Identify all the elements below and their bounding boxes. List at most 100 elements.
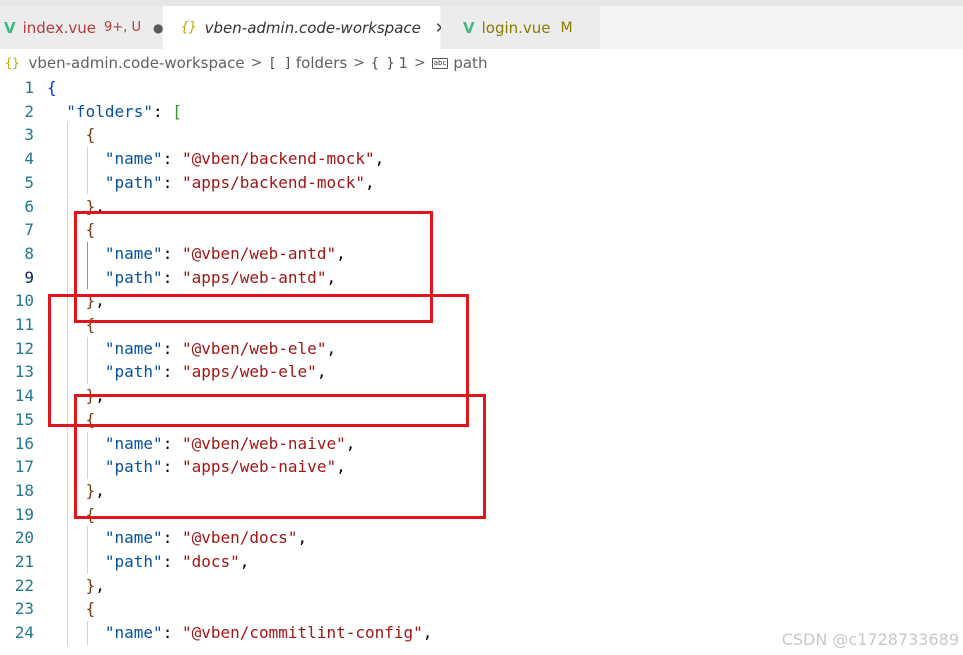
line-number: 9 (24, 267, 34, 287)
code-line[interactable]: 1{ (0, 76, 963, 100)
indent-guide (66, 526, 85, 550)
line-number: 3 (24, 125, 34, 145)
json-string-value: "docs" (181, 552, 240, 571)
indent-guide (47, 503, 66, 527)
tab-label: index.vue (22, 18, 97, 37)
indent-guide (66, 621, 85, 645)
tab-login-vue[interactable]: V login.vue M (441, 6, 601, 49)
line-number: 11 (14, 315, 34, 334)
line-number: 20 (14, 528, 34, 548)
line-number: 21 (14, 552, 34, 571)
code-content: "name": "@vben/backend-mock", (47, 147, 384, 171)
json-bracket: } (85, 575, 96, 595)
string-symbol-icon: abc (431, 57, 449, 69)
json-string-value: "@vben/commitlint-config" (181, 623, 423, 643)
code-line[interactable]: 21 "path": "docs", (0, 550, 963, 574)
code-line[interactable]: 3{ (0, 123, 963, 147)
tab-label: login.vue (481, 18, 551, 37)
indent-guide (86, 147, 105, 171)
json-key: "path" (104, 552, 163, 571)
line-number: 22 (14, 575, 34, 595)
json-comma: , (422, 623, 433, 643)
tab-status: 9+, U (104, 20, 141, 35)
json-bracket: { (47, 78, 57, 97)
json-braces-icon: {} (181, 20, 197, 35)
code-line[interactable]: 23 { (0, 597, 963, 621)
indent-guide (66, 123, 85, 147)
object-symbol-icon: { } (370, 55, 395, 71)
indent-guide (47, 195, 66, 219)
json-string-value: "@vben/docs" (181, 528, 298, 548)
json-colon: : (162, 623, 182, 643)
chevron-right-icon: > (353, 55, 365, 71)
json-colon: : (162, 528, 182, 548)
code-line[interactable]: 4 "name": "@vben/backend-mock", (0, 147, 963, 171)
line-number: 10 (14, 291, 34, 311)
tab-status: M (560, 19, 573, 36)
indent-guide (47, 147, 66, 171)
code-line[interactable]: 20 "name": "@vben/docs", (0, 526, 963, 550)
code-content: "path": "docs", (47, 550, 249, 574)
line-number: 8 (24, 243, 34, 263)
code-line[interactable]: 5 "path": "apps/backend-mock", (0, 170, 963, 195)
indent-guide (47, 526, 66, 550)
indent-guide (66, 550, 85, 574)
indent-guide (47, 171, 66, 195)
breadcrumb-index[interactable]: 1 (398, 54, 408, 72)
code-content: "folders": [ (47, 100, 182, 124)
breadcrumb-folders[interactable]: folders (296, 54, 347, 72)
tab-code-workspace[interactable]: {} vben-admin.code-workspace ✕ (163, 6, 447, 49)
array-symbol-icon: [ ] (268, 55, 292, 71)
line-number: 19 (14, 504, 34, 524)
line-number: 4 (24, 149, 34, 169)
indent-guide (47, 597, 66, 621)
indent-guide (47, 100, 66, 124)
line-number: 6 (24, 196, 34, 216)
json-bracket: [ (172, 101, 182, 121)
line-number: 1 (24, 78, 34, 97)
json-comma: , (364, 172, 375, 192)
indent-guide (47, 479, 66, 503)
line-number: 18 (14, 480, 34, 500)
indent-guide (86, 621, 105, 645)
code-content: "path": "apps/backend-mock", (47, 170, 375, 195)
breadcrumb-field[interactable]: path (453, 54, 487, 72)
code-content: "name": "@vben/docs", (47, 526, 307, 550)
json-comma: , (95, 575, 105, 595)
json-colon: : (162, 552, 182, 571)
json-comma: , (374, 149, 385, 169)
breadcrumb-file[interactable]: vben-admin.code-workspace (28, 54, 244, 72)
indent-guide (86, 526, 105, 550)
line-number: 17 (14, 457, 34, 477)
json-comma: , (297, 528, 308, 548)
chevron-right-icon: > (414, 55, 426, 71)
code-line[interactable]: 2 "folders": [ (0, 100, 963, 124)
json-comma: , (239, 552, 250, 571)
chevron-right-icon: > (250, 55, 263, 71)
indent-guide (66, 170, 85, 195)
watermark: CSDN @c1728733689 (781, 630, 959, 649)
json-key: "name" (104, 149, 163, 169)
indent-guide (47, 432, 66, 456)
json-colon: : (162, 172, 182, 192)
json-key: "name" (104, 623, 163, 643)
code-content: { (47, 123, 95, 147)
modified-dot-icon[interactable]: ● (153, 21, 163, 35)
line-number: 7 (24, 220, 34, 240)
line-number: 13 (14, 362, 34, 382)
json-string-value: "apps/backend-mock" (181, 172, 365, 192)
tab-index-vue[interactable]: V index.vue 9+, U ● (0, 6, 163, 49)
line-number: 2 (24, 101, 34, 121)
indent-guide (86, 170, 105, 195)
json-key: "folders" (66, 101, 153, 121)
editor-tab-bar: V index.vue 9+, U ● {} vben-admin.code-w… (0, 6, 963, 49)
vue-icon: V (4, 18, 16, 37)
indent-guide (47, 242, 66, 266)
line-number: 16 (14, 433, 34, 453)
indent-guide (47, 123, 66, 147)
code-content: { (47, 597, 95, 621)
code-line[interactable]: 22}, (0, 573, 963, 598)
indent-guide (86, 550, 105, 574)
indent-guide (47, 550, 66, 574)
code-content: { (47, 76, 57, 100)
